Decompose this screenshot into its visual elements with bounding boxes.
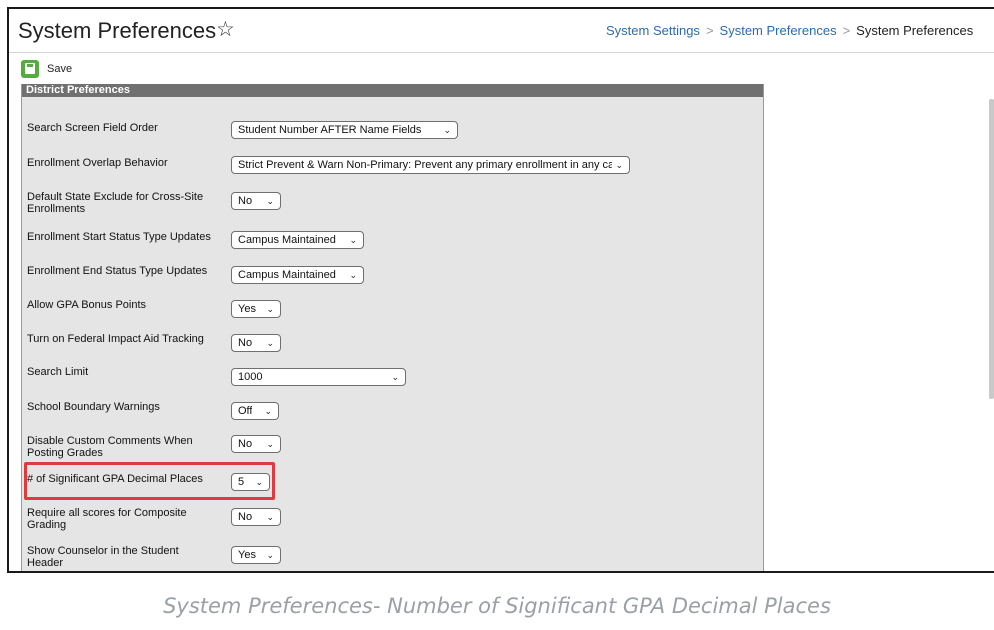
breadcrumb-current: System Preferences [856, 23, 974, 38]
chevron-down-icon: ⌄ [443, 125, 451, 135]
chevron-right-icon: > [705, 23, 714, 38]
breadcrumb: System Settings > System Preferences > Syste… [606, 23, 973, 38]
pref-label: Enrollment Overlap Behavior [27, 157, 168, 169]
pref-label: Default State Exclude for Cross-Site Enr… [27, 191, 204, 215]
pref-label: Enrollment Start Status Type Updates [27, 231, 211, 243]
star-outline-icon[interactable]: ☆ [216, 17, 235, 42]
vertical-scrollbar[interactable] [989, 91, 994, 399]
search-limit-select[interactable]: 1000 ⌄ [231, 368, 406, 386]
pref-label: School Boundary Warnings [27, 401, 160, 413]
chevron-down-icon: ⌄ [615, 160, 623, 170]
panel-title: District Preferences [22, 84, 763, 97]
pref-label: Disable Custom Comments When Posting Gra… [27, 435, 193, 459]
chevron-down-icon: ⌄ [266, 512, 274, 522]
require-all-scores-select[interactable]: No ⌄ [231, 508, 281, 526]
federal-impact-aid-select[interactable]: No ⌄ [231, 334, 281, 352]
chevron-down-icon: ⌄ [264, 406, 272, 416]
page-header: System Preferences ☆ System Settings > Sys… [9, 9, 994, 53]
show-counselor-select[interactable]: Yes ⌄ [231, 546, 281, 564]
disable-custom-comments-select[interactable]: No ⌄ [231, 435, 281, 453]
save-icon [21, 60, 39, 78]
save-button-label: Save [47, 63, 73, 75]
chevron-down-icon: ⌄ [266, 550, 274, 560]
pref-label: Allow GPA Bonus Points [27, 299, 147, 311]
pref-label: Show Counselor in the Student Header [27, 545, 179, 569]
chevron-down-icon: ⌄ [391, 372, 399, 382]
chevron-down-icon: ⌄ [266, 196, 274, 206]
figure-caption: System Preferences- Number of Significan… [163, 594, 831, 618]
highlight-box [24, 462, 275, 500]
action-toolbar: Save [9, 54, 994, 84]
school-boundary-warnings-select[interactable]: Off ⌄ [231, 402, 279, 420]
pref-label: Require all scores for Composite Grading [27, 507, 187, 531]
default-state-exclude-select[interactable]: No ⌄ [231, 192, 281, 210]
app-window: System Preferences ☆ System Settings > Sys… [7, 7, 994, 573]
chevron-right-icon: > [842, 23, 851, 38]
pref-label: Search Limit [27, 366, 89, 378]
chevron-down-icon: ⌄ [349, 235, 357, 245]
scrollbar-thumb[interactable] [989, 99, 994, 399]
chevron-down-icon: ⌄ [266, 304, 274, 314]
save-button[interactable]: Save [21, 60, 72, 78]
enrollment-end-status-select[interactable]: Campus Maintained ⌄ [231, 266, 364, 284]
pref-label: Search Screen Field Order [27, 122, 158, 134]
search-screen-field-order-select[interactable]: Student Number AFTER Name Fields ⌄ [231, 121, 458, 139]
chevron-down-icon: ⌄ [349, 270, 357, 280]
allow-gpa-bonus-points-select[interactable]: Yes ⌄ [231, 300, 281, 318]
breadcrumb-link-system-settings[interactable]: System Settings [606, 23, 700, 38]
pref-label: Enrollment End Status Type Updates [27, 265, 208, 277]
chevron-down-icon: ⌄ [266, 439, 274, 449]
breadcrumb-link-system-preferences[interactable]: System Preferences [720, 23, 837, 38]
enrollment-overlap-behavior-select[interactable]: Strict Prevent & Warn Non-Primary: Preve… [231, 156, 630, 174]
chevron-down-icon: ⌄ [266, 338, 274, 348]
page-title: System Preferences [18, 18, 217, 43]
enrollment-start-status-select[interactable]: Campus Maintained ⌄ [231, 231, 364, 249]
pref-label: Turn on Federal Impact Aid Tracking [27, 333, 204, 345]
